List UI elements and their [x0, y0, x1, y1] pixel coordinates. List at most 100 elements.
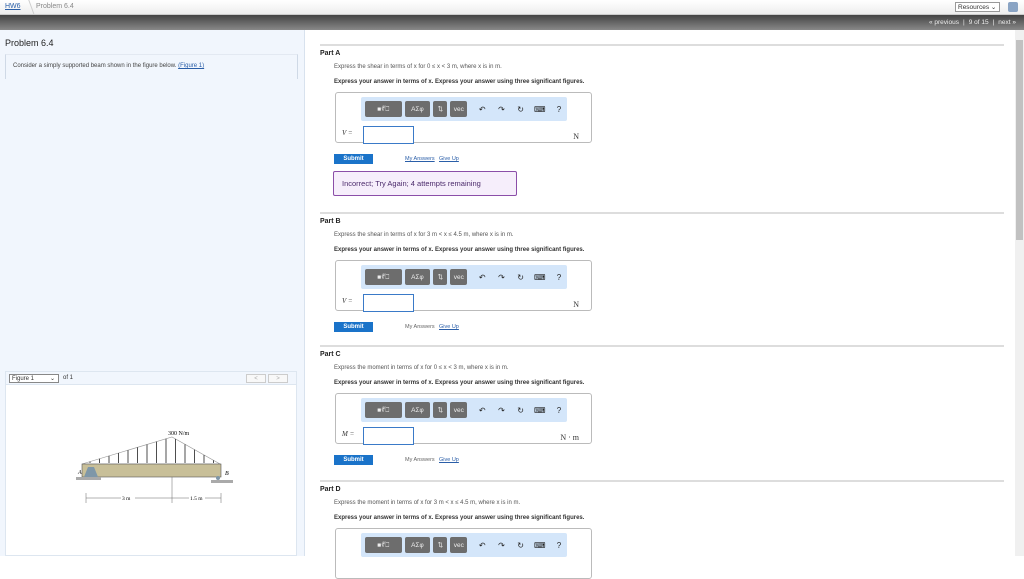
scrollbar-thumb[interactable]	[1016, 40, 1023, 240]
keyboard-icon[interactable]: ⌨	[532, 105, 548, 114]
answer-variable: M =	[342, 430, 355, 438]
part-question: Express the shear in terms of x for 0 ≤ …	[334, 64, 502, 70]
answer-input[interactable]	[363, 126, 414, 144]
keyboard-icon[interactable]: ⌨	[532, 541, 548, 550]
beam-figure: 300 N/m A B 3 m 1.5 m	[76, 431, 233, 503]
roller-support-b	[216, 476, 220, 480]
resources-label: Resources	[958, 4, 990, 11]
answer-input[interactable]	[363, 427, 414, 445]
reset-icon[interactable]: ↻	[513, 541, 529, 550]
answer-input[interactable]	[363, 294, 414, 312]
arrows-button[interactable]: ⇅	[433, 537, 448, 553]
label-b: B	[225, 471, 229, 477]
templates-button[interactable]: ■∜⎕	[365, 101, 402, 117]
my-answers-link[interactable]: My Answers	[405, 156, 435, 162]
part-instructions: Express your answer in terms of x. Expre…	[334, 515, 585, 521]
answer-variable: V =	[342, 297, 353, 305]
redo-icon[interactable]: ↷	[493, 273, 509, 282]
reset-icon[interactable]: ↻	[513, 105, 529, 114]
part-label: Part B	[320, 218, 341, 225]
undo-icon[interactable]: ↶	[474, 273, 490, 282]
answer-box: ■∜⎕ ΑΣφ ⇅ vec ↶ ↷ ↻ ⌨ ? V = N	[335, 92, 592, 144]
submit-button[interactable]: Submit	[334, 154, 373, 164]
templates-button[interactable]: ■∜⎕	[365, 537, 402, 553]
breadcrumb-current: Problem 6.4	[36, 3, 74, 10]
part-label: Part D	[320, 486, 341, 493]
previous-link[interactable]: « previous	[929, 19, 959, 26]
give-up-link[interactable]: Give Up	[439, 324, 459, 330]
vector-button[interactable]: vec	[450, 537, 468, 553]
figure-prev-button[interactable]: <	[246, 374, 266, 383]
dimension-1-5m: 1.5 m	[190, 496, 203, 502]
help-icon[interactable]: ?	[551, 406, 567, 415]
part-label: Part C	[320, 351, 341, 358]
figure-link[interactable]: (Figure 1)	[178, 63, 204, 69]
part-instructions: Express your answer in terms of x. Expre…	[334, 247, 585, 253]
greek-symbols-button[interactable]: ΑΣφ	[404, 402, 431, 418]
nav-divider: |	[992, 19, 995, 26]
greek-symbols-button[interactable]: ΑΣφ	[404, 537, 431, 553]
print-icon[interactable]	[1008, 2, 1018, 12]
vector-button[interactable]: vec	[450, 402, 468, 418]
part-instructions: Express your answer in terms of x. Expre…	[334, 79, 585, 85]
redo-icon[interactable]: ↷	[493, 406, 509, 415]
position-indicator: 9 of 15	[968, 19, 989, 26]
templates-button[interactable]: ■∜⎕	[365, 269, 402, 285]
undo-icon[interactable]: ↶	[474, 406, 490, 415]
figure-next-button[interactable]: >	[268, 374, 288, 383]
redo-icon[interactable]: ↷	[493, 105, 509, 114]
reset-icon[interactable]: ↻	[513, 273, 529, 282]
redo-icon[interactable]: ↷	[493, 541, 509, 550]
give-up-link[interactable]: Give Up	[439, 156, 459, 162]
load-label: 300 N/m	[168, 431, 190, 437]
give-up-link[interactable]: Give Up	[439, 457, 459, 463]
figure-panel: Figure 1 ⌄ of 1 < > 300 N/m A B 3 m 1.5 …	[5, 371, 297, 556]
feedback-message: Incorrect; Try Again; 4 attempts remaini…	[333, 171, 517, 196]
answer-unit: N · m	[560, 433, 579, 442]
resources-dropdown[interactable]: Resources ⌄	[955, 2, 1000, 12]
vector-button[interactable]: vec	[450, 101, 468, 117]
answer-box: ■∜⎕ ΑΣφ ⇅ vec ↶ ↷ ↻ ⌨ ?	[335, 528, 592, 579]
scrollbar[interactable]	[1015, 30, 1024, 556]
keyboard-icon[interactable]: ⌨	[532, 273, 548, 282]
math-toolbar: ■∜⎕ ΑΣφ ⇅ vec ↶ ↷ ↻ ⌨ ?	[361, 533, 567, 557]
arrows-button[interactable]: ⇅	[433, 101, 448, 117]
breadcrumb-hw6[interactable]: HW6	[5, 3, 21, 10]
templates-button[interactable]: ■∜⎕	[365, 402, 402, 418]
undo-icon[interactable]: ↶	[474, 105, 490, 114]
help-icon[interactable]: ?	[551, 273, 567, 282]
figure-select-value: Figure 1	[12, 376, 35, 382]
reset-icon[interactable]: ↻	[513, 406, 529, 415]
help-icon[interactable]: ?	[551, 105, 567, 114]
submit-button[interactable]: Submit	[334, 322, 373, 332]
keyboard-icon[interactable]: ⌨	[532, 406, 548, 415]
vector-button[interactable]: vec	[450, 269, 468, 285]
arrows-button[interactable]: ⇅	[433, 402, 448, 418]
part-label: Part A	[320, 50, 341, 57]
problem-panel: Problem 6.4 Consider a simply supported …	[0, 30, 305, 556]
answer-box: ■∜⎕ ΑΣφ ⇅ vec ↶ ↷ ↻ ⌨ ? M = N · m	[335, 393, 592, 445]
my-answers-link[interactable]: My Answers	[405, 324, 435, 330]
help-icon[interactable]: ?	[551, 541, 567, 550]
figure-header: Figure 1 ⌄ of 1 < >	[6, 372, 296, 385]
part-a: Part A Express the shear in terms of x f…	[320, 44, 1004, 196]
answer-unit: N	[573, 132, 579, 141]
parts-content: Part A Express the shear in terms of x f…	[310, 30, 1015, 579]
part-c: Part C Express the moment in terms of x …	[320, 345, 1004, 465]
dimension-3m: 3 m	[122, 496, 131, 502]
submit-button[interactable]: Submit	[334, 455, 373, 465]
part-question: Express the moment in terms of x for 3 m…	[334, 500, 521, 506]
beam	[81, 463, 222, 478]
nav-bar: « previous | 9 of 15 | next »	[0, 15, 1024, 30]
math-toolbar: ■∜⎕ ΑΣφ ⇅ vec ↶ ↷ ↻ ⌨ ?	[361, 398, 567, 422]
part-instructions: Express your answer in terms of x. Expre…	[334, 380, 585, 386]
figure-select[interactable]: Figure 1 ⌄	[9, 374, 59, 383]
greek-symbols-button[interactable]: ΑΣφ	[404, 101, 431, 117]
part-question: Express the moment in terms of x for 0 ≤…	[334, 365, 509, 371]
next-link[interactable]: next »	[998, 19, 1016, 26]
greek-symbols-button[interactable]: ΑΣφ	[404, 269, 431, 285]
arrows-button[interactable]: ⇅	[433, 269, 448, 285]
my-answers-link[interactable]: My Answers	[405, 457, 435, 463]
undo-icon[interactable]: ↶	[474, 541, 490, 550]
label-a: A	[77, 470, 82, 476]
